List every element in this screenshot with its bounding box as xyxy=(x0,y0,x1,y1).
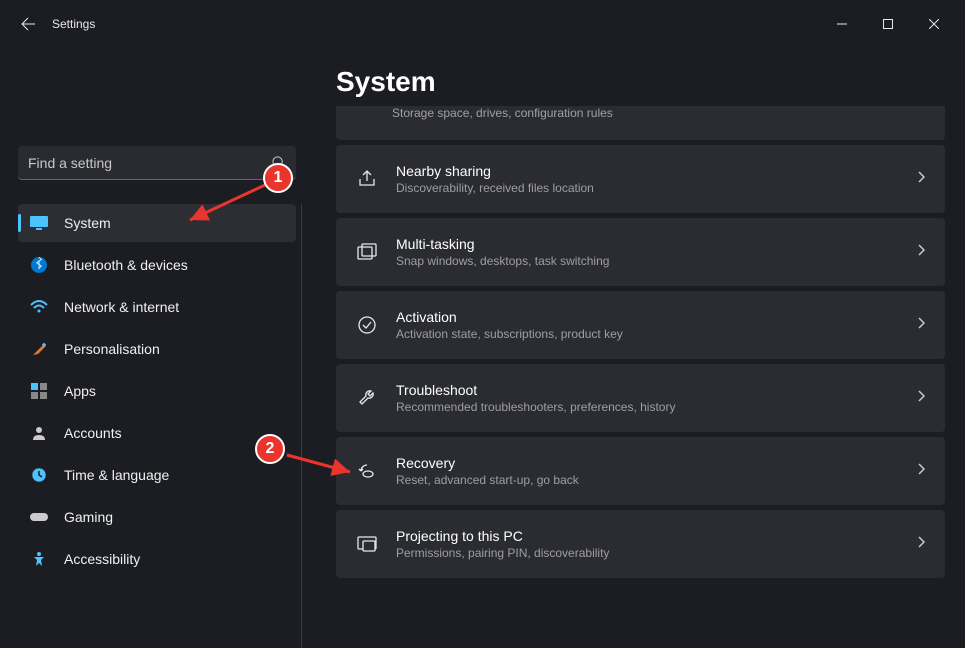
card-title: Recovery xyxy=(396,455,917,471)
card-projecting[interactable]: Projecting to this PC Permissions, pairin… xyxy=(336,510,945,578)
card-subtitle: Reset, advanced start-up, go back xyxy=(396,473,917,487)
apps-icon xyxy=(30,382,48,400)
recovery-icon xyxy=(356,460,378,482)
wifi-icon xyxy=(30,298,48,316)
card-subtitle: Storage space, drives, configuration rul… xyxy=(392,106,613,120)
card-subtitle: Snap windows, desktops, task switching xyxy=(396,254,917,268)
sidebar-item-system[interactable]: System xyxy=(18,204,296,242)
card-subtitle: Activation state, subscriptions, product… xyxy=(396,327,917,341)
accessibility-icon xyxy=(30,550,48,568)
sidebar-item-label: System xyxy=(64,215,111,231)
titlebar: Settings xyxy=(0,0,965,48)
gamepad-icon xyxy=(30,508,48,526)
card-troubleshoot[interactable]: Troubleshoot Recommended troubleshooters,… xyxy=(336,364,945,432)
share-icon xyxy=(356,168,378,190)
page-title: System xyxy=(336,66,945,98)
search-input[interactable] xyxy=(18,146,296,180)
card-multitasking[interactable]: Multi-tasking Snap windows, desktops, tas… xyxy=(336,218,945,286)
sidebar-item-personalisation[interactable]: Personalisation xyxy=(18,330,296,368)
sidebar-item-label: Apps xyxy=(64,383,96,399)
sidebar-item-network[interactable]: Network & internet xyxy=(18,288,296,326)
sidebar-item-apps[interactable]: Apps xyxy=(18,372,296,410)
monitor-icon xyxy=(30,214,48,232)
card-subtitle: Permissions, pairing PIN, discoverabilit… xyxy=(396,546,917,560)
content: System Storage space, drives, configurat… xyxy=(300,48,965,600)
card-storage-partial[interactable]: Storage space, drives, configuration rul… xyxy=(336,106,945,140)
check-circle-icon xyxy=(356,314,378,336)
chevron-right-icon xyxy=(917,316,925,334)
window-controls xyxy=(819,4,957,44)
sidebar-item-label: Personalisation xyxy=(64,341,160,357)
maximize-button[interactable] xyxy=(865,4,911,44)
maximize-icon xyxy=(883,19,893,29)
annotation-badge-2: 2 xyxy=(255,434,285,464)
back-button[interactable] xyxy=(8,4,48,44)
minimize-button[interactable] xyxy=(819,4,865,44)
card-subtitle: Recommended troubleshooters, preferences… xyxy=(396,400,917,414)
paintbrush-icon xyxy=(30,340,48,358)
card-title: Troubleshoot xyxy=(396,382,917,398)
close-icon xyxy=(929,19,939,29)
sidebar-item-label: Network & internet xyxy=(64,299,179,315)
sidebar-item-label: Accessibility xyxy=(64,551,140,567)
person-icon xyxy=(30,424,48,442)
sidebar-item-label: Bluetooth & devices xyxy=(64,257,188,273)
window-title: Settings xyxy=(52,17,95,31)
chevron-right-icon xyxy=(917,170,925,188)
sidebar: System Bluetooth & devices Network & int… xyxy=(0,48,300,600)
card-title: Nearby sharing xyxy=(396,163,917,179)
card-title: Projecting to this PC xyxy=(396,528,917,544)
globe-clock-icon xyxy=(30,466,48,484)
chevron-right-icon xyxy=(917,243,925,261)
chevron-right-icon xyxy=(917,462,925,480)
projecting-icon xyxy=(356,533,378,555)
bluetooth-icon xyxy=(30,256,48,274)
cards-list: Storage space, drives, configuration rul… xyxy=(336,106,945,578)
sidebar-item-bluetooth[interactable]: Bluetooth & devices xyxy=(18,246,296,284)
sidebar-item-label: Gaming xyxy=(64,509,113,525)
card-recovery[interactable]: Recovery Reset, advanced start-up, go bac… xyxy=(336,437,945,505)
card-subtitle: Discoverability, received files location xyxy=(396,181,917,195)
card-title: Multi-tasking xyxy=(396,236,917,252)
close-button[interactable] xyxy=(911,4,957,44)
chevron-right-icon xyxy=(917,389,925,407)
sidebar-item-label: Accounts xyxy=(64,425,122,441)
card-activation[interactable]: Activation Activation state, subscription… xyxy=(336,291,945,359)
sidebar-item-time[interactable]: Time & language xyxy=(18,456,296,494)
chevron-right-icon xyxy=(917,535,925,553)
card-nearby-sharing[interactable]: Nearby sharing Discoverability, received … xyxy=(336,145,945,213)
nav: System Bluetooth & devices Network & int… xyxy=(18,204,296,578)
multitask-icon xyxy=(356,241,378,263)
sidebar-item-gaming[interactable]: Gaming xyxy=(18,498,296,536)
sidebar-item-label: Time & language xyxy=(64,467,169,483)
annotation-badge-1: 1 xyxy=(263,163,293,193)
back-arrow-icon xyxy=(20,16,36,32)
sidebar-item-accessibility[interactable]: Accessibility xyxy=(18,540,296,578)
minimize-icon xyxy=(837,19,847,29)
wrench-icon xyxy=(356,387,378,409)
card-title: Activation xyxy=(396,309,917,325)
